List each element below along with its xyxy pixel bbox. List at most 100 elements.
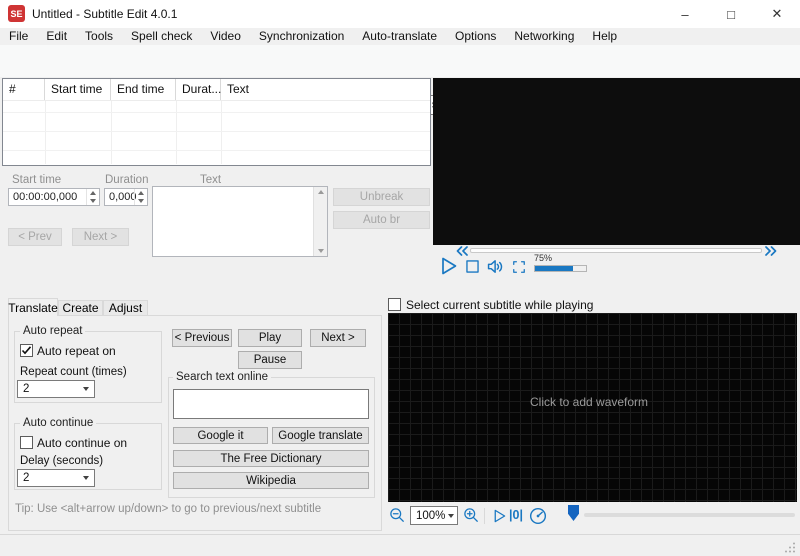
column-start-time[interactable]: Start time [45, 79, 111, 100]
waveform-zoom-select[interactable]: 100% [410, 506, 458, 525]
previous-button[interactable]: < Previous [172, 329, 232, 347]
waveform-play-button[interactable] [490, 507, 508, 525]
app-logo-icon: SE [8, 5, 25, 22]
menu-video[interactable]: Video [201, 28, 249, 45]
select-current-subtitle-checkbox[interactable] [388, 298, 401, 311]
reset-position-button[interactable]: |0| [509, 508, 523, 522]
wikipedia-button[interactable]: Wikipedia [173, 472, 369, 489]
spinner-arrows[interactable] [134, 189, 147, 205]
scroll-up-icon[interactable] [317, 190, 324, 194]
scroll-down-icon[interactable] [317, 249, 324, 253]
menu-auto-translate[interactable]: Auto-translate [353, 28, 446, 45]
text-scrollbar[interactable] [313, 187, 327, 256]
auto-repeat-checkbox-label: Auto repeat on [37, 344, 116, 358]
start-time-label: Start time [12, 174, 62, 186]
duration-value: 0,000 [109, 191, 137, 203]
grid-line [3, 131, 430, 132]
close-button[interactable]: ✕ [754, 0, 800, 28]
spinner-arrows[interactable] [86, 189, 99, 205]
spin-up-icon [90, 191, 96, 195]
grid-line [3, 150, 430, 151]
subtitle-text-area[interactable] [152, 186, 328, 257]
waveform-scrollbar[interactable] [584, 513, 795, 517]
menu-file[interactable]: File [0, 28, 37, 45]
column-duration[interactable]: Durat... [176, 79, 221, 100]
menu-help[interactable]: Help [583, 28, 626, 45]
subtitle-list-header: # Start time End time Durat... Text [3, 79, 430, 101]
tab-translate-label: Translate [8, 300, 58, 315]
repeat-count-value: 2 [23, 383, 30, 395]
waveform-placeholder: Click to add waveform [530, 395, 649, 409]
google-translate-button[interactable]: Google translate [272, 427, 369, 444]
column-number[interactable]: # [3, 79, 45, 100]
column-end-time[interactable]: End time [111, 79, 176, 100]
text-label: Text [200, 174, 222, 186]
subtitle-edit-window: SE Untitled - Subtitle Edit 4.0.1 – □ ✕ … [0, 0, 800, 556]
volume-slider[interactable] [534, 265, 587, 272]
start-time-spinner[interactable]: 00:00:00,000 [8, 188, 100, 206]
check-icon [21, 346, 32, 355]
waveform-position-marker[interactable] [568, 505, 579, 521]
fullscreen-button[interactable] [510, 258, 528, 276]
auto-repeat-checkbox[interactable] [20, 344, 33, 357]
grid-line [45, 101, 46, 164]
subtitle-list-view[interactable]: # Start time End time Durat... Text [2, 78, 431, 166]
google-it-button[interactable]: Google it [173, 427, 268, 444]
column-text[interactable]: Text [221, 79, 430, 100]
auto-br-button[interactable]: Auto br [333, 211, 430, 229]
menu-spell-check[interactable]: Spell check [122, 28, 201, 45]
close-icon: ✕ [771, 6, 783, 21]
delay-label: Delay (seconds) [20, 455, 104, 467]
video-display[interactable] [433, 78, 800, 245]
delay-select[interactable]: 2 [17, 469, 95, 487]
prev-subtitle-button[interactable]: < Prev [8, 228, 62, 246]
tab-create-label: Create [62, 301, 99, 315]
tab-translate[interactable]: Translate [8, 298, 58, 316]
repeat-count-select[interactable]: 2 [17, 380, 95, 398]
menu-options[interactable]: Options [446, 28, 505, 45]
next-button[interactable]: Next > [310, 329, 366, 347]
search-online-group-label: Search text online [173, 371, 272, 383]
resize-grip-icon[interactable] [785, 542, 796, 553]
zoom-in-button[interactable] [463, 507, 481, 525]
pause-button[interactable]: Pause [238, 351, 302, 369]
menu-tools[interactable]: Tools [76, 28, 122, 45]
auto-continue-group-label: Auto continue [20, 417, 97, 429]
minimize-button[interactable]: – [662, 0, 708, 28]
play-subtitle-button[interactable]: Play [238, 329, 302, 347]
repeat-count-label: Repeat count (times) [20, 366, 127, 378]
free-dictionary-button[interactable]: The Free Dictionary [173, 450, 369, 467]
chevron-down-icon [445, 513, 457, 518]
stop-button[interactable] [463, 257, 482, 276]
tab-adjust-label: Adjust [108, 301, 143, 315]
spin-down-icon [90, 199, 96, 203]
duration-spinner[interactable]: 0,000 [104, 188, 148, 206]
waveform-display[interactable]: Click to add waveform [388, 313, 797, 502]
menu-synchronization[interactable]: Synchronization [250, 28, 353, 45]
mute-button[interactable] [485, 256, 507, 277]
zoom-out-button[interactable] [389, 507, 407, 525]
playback-speed-button[interactable] [528, 506, 548, 526]
chevron-down-icon [78, 387, 94, 391]
video-seek-bar[interactable] [470, 248, 762, 253]
tab-create[interactable]: Create [58, 300, 103, 316]
controls-separator [484, 508, 485, 524]
auto-repeat-group-label: Auto repeat [20, 325, 86, 337]
window-title: Untitled - Subtitle Edit 4.0.1 [32, 7, 178, 21]
auto-continue-checkbox-label: Auto continue on [37, 436, 128, 450]
auto-continue-checkbox[interactable] [20, 436, 33, 449]
menu-networking[interactable]: Networking [505, 28, 583, 45]
maximize-button[interactable]: □ [708, 0, 754, 28]
play-button[interactable] [436, 254, 460, 278]
unbreak-button[interactable]: Unbreak [333, 188, 430, 206]
tip-text: Tip: Use <alt+arrow up/down> to go to pr… [15, 503, 322, 515]
seek-forward-icon[interactable] [764, 246, 777, 256]
menu-edit[interactable]: Edit [37, 28, 76, 45]
maximize-icon: □ [727, 6, 735, 22]
next-subtitle-button[interactable]: Next > [72, 228, 129, 246]
title-bar: SE Untitled - Subtitle Edit 4.0.1 – □ ✕ [0, 0, 800, 28]
tab-adjust[interactable]: Adjust [103, 300, 148, 316]
search-text-input[interactable] [173, 389, 369, 419]
chevron-down-icon [78, 476, 94, 480]
volume-fill [535, 266, 574, 271]
